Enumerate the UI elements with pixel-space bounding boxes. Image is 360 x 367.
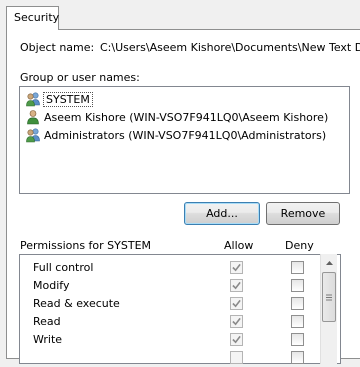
permission-row-partial — [20, 349, 320, 367]
user-name: Aseem Kishore (WIN-VSO7F941LQ0\Aseem Kis… — [44, 110, 329, 124]
deny-header: Deny — [285, 239, 314, 252]
check-icon — [232, 299, 241, 308]
permissions-list: Full control Modify Read & execute Read … — [19, 254, 341, 364]
allow-checkbox[interactable] — [230, 351, 243, 364]
check-icon — [232, 335, 241, 344]
permission-row-full-control: Full control — [20, 259, 320, 277]
list-item-system[interactable]: SYSTEM — [25, 90, 93, 108]
deny-checkbox[interactable] — [291, 333, 304, 346]
user-name: Administrators (WIN-VSO7F941LQ0\Administ… — [44, 128, 327, 142]
permission-name: Write — [33, 333, 63, 346]
scroll-up-button[interactable] — [321, 254, 337, 271]
deny-checkbox[interactable] — [291, 315, 304, 328]
check-icon — [232, 281, 241, 290]
group-user-names-label: Group or user names: — [20, 71, 140, 84]
list-item-aseem-kishore[interactable]: Aseem Kishore (WIN-VSO7F941LQ0\Aseem Kis… — [25, 108, 328, 126]
remove-button-label: Remove — [280, 207, 326, 220]
allow-checkbox[interactable] — [230, 297, 243, 310]
permissions-scrollbar[interactable] — [320, 254, 337, 364]
permission-row-read-execute: Read & execute — [20, 295, 320, 313]
group-users-icon — [26, 128, 40, 143]
permission-name: Modify — [33, 279, 70, 292]
deny-checkbox[interactable] — [291, 297, 304, 310]
allow-header: Allow — [224, 239, 254, 252]
allow-checkbox[interactable] — [230, 279, 243, 292]
chevron-up-icon — [325, 260, 333, 265]
permission-row-read: Read — [20, 313, 320, 331]
permissions-title: Permissions for SYSTEM — [20, 239, 152, 252]
user-icon — [27, 110, 39, 125]
allow-checkbox[interactable] — [230, 333, 243, 346]
allow-checkbox[interactable] — [230, 261, 243, 274]
user-list[interactable]: SYSTEM Aseem Kishore (WIN-VSO7F941LQ0\As… — [19, 86, 350, 194]
user-name: SYSTEM — [43, 91, 93, 107]
object-name-label: Object name: — [20, 41, 95, 54]
deny-checkbox[interactable] — [291, 279, 304, 292]
allow-checkbox[interactable] — [230, 315, 243, 328]
deny-checkbox[interactable] — [291, 261, 304, 274]
scroll-thumb[interactable] — [322, 272, 336, 322]
permission-name: Read — [33, 315, 61, 328]
object-name-value: C:\Users\Aseem Kishore\Documents\New Tex… — [100, 41, 360, 54]
permission-name: Full control — [33, 261, 94, 274]
grip-icon — [326, 294, 332, 300]
list-item-administrators[interactable]: Administrators (WIN-VSO7F941LQ0\Administ… — [25, 126, 326, 144]
tab-security[interactable]: Security — [6, 6, 59, 30]
deny-checkbox[interactable] — [291, 351, 304, 364]
add-button[interactable]: Add... — [184, 202, 260, 225]
permission-row-modify: Modify — [20, 277, 320, 295]
check-icon — [232, 317, 241, 326]
check-icon — [232, 263, 241, 272]
permission-row-write: Write — [20, 331, 320, 349]
permission-name: Read & execute — [33, 297, 120, 310]
remove-button[interactable]: Remove — [266, 202, 340, 225]
tab-security-label: Security — [14, 11, 60, 24]
group-users-icon — [26, 92, 40, 107]
add-button-label: Add... — [206, 207, 238, 220]
